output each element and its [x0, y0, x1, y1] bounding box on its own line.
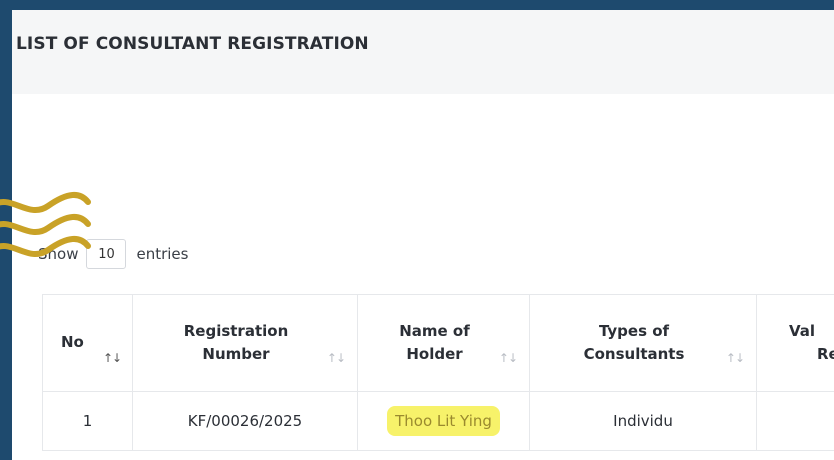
- squiggle-decoration-icon: [0, 186, 108, 276]
- column-header-name-of-holder[interactable]: Name of Holder ↑↓: [358, 295, 530, 392]
- sort-arrows-icon: ↑↓: [499, 349, 517, 368]
- registration-table: No ↑↓ Registration Number ↑↓ Name of Hol…: [42, 294, 834, 451]
- page-header: LIST OF CONSULTANT REGISTRATION: [12, 10, 834, 94]
- column-header-types-of-consultants[interactable]: Types of Consultants ↑↓: [530, 295, 757, 392]
- cell-validity: [757, 392, 834, 451]
- content-panel: LIST OF CONSULTANT REGISTRATION Show 10 …: [12, 10, 834, 460]
- column-header-no[interactable]: No ↑↓: [43, 295, 133, 392]
- page-title: LIST OF CONSULTANT REGISTRATION: [16, 34, 369, 54]
- highlighted-name: Thoo Lit Ying: [387, 406, 500, 436]
- sort-arrows-icon: ↑↓: [327, 349, 345, 368]
- sort-arrows-icon: ↑↓: [726, 349, 744, 368]
- cell-no: 1: [43, 392, 133, 451]
- cell-name-of-holder: Thoo Lit Ying: [358, 392, 530, 451]
- column-header-validity[interactable]: Val Re: [757, 295, 834, 392]
- sort-arrows-icon: ↑↓: [103, 349, 121, 368]
- registration-table-container: No ↑↓ Registration Number ↑↓ Name of Hol…: [42, 294, 834, 460]
- entries-label: entries: [136, 245, 188, 263]
- cell-registration-number: KF/00026/2025: [133, 392, 358, 451]
- table-row: 1 KF/00026/2025 Thoo Lit Ying Individu: [43, 392, 834, 451]
- column-header-registration-number[interactable]: Registration Number ↑↓: [133, 295, 358, 392]
- cell-type: Individu: [530, 392, 757, 451]
